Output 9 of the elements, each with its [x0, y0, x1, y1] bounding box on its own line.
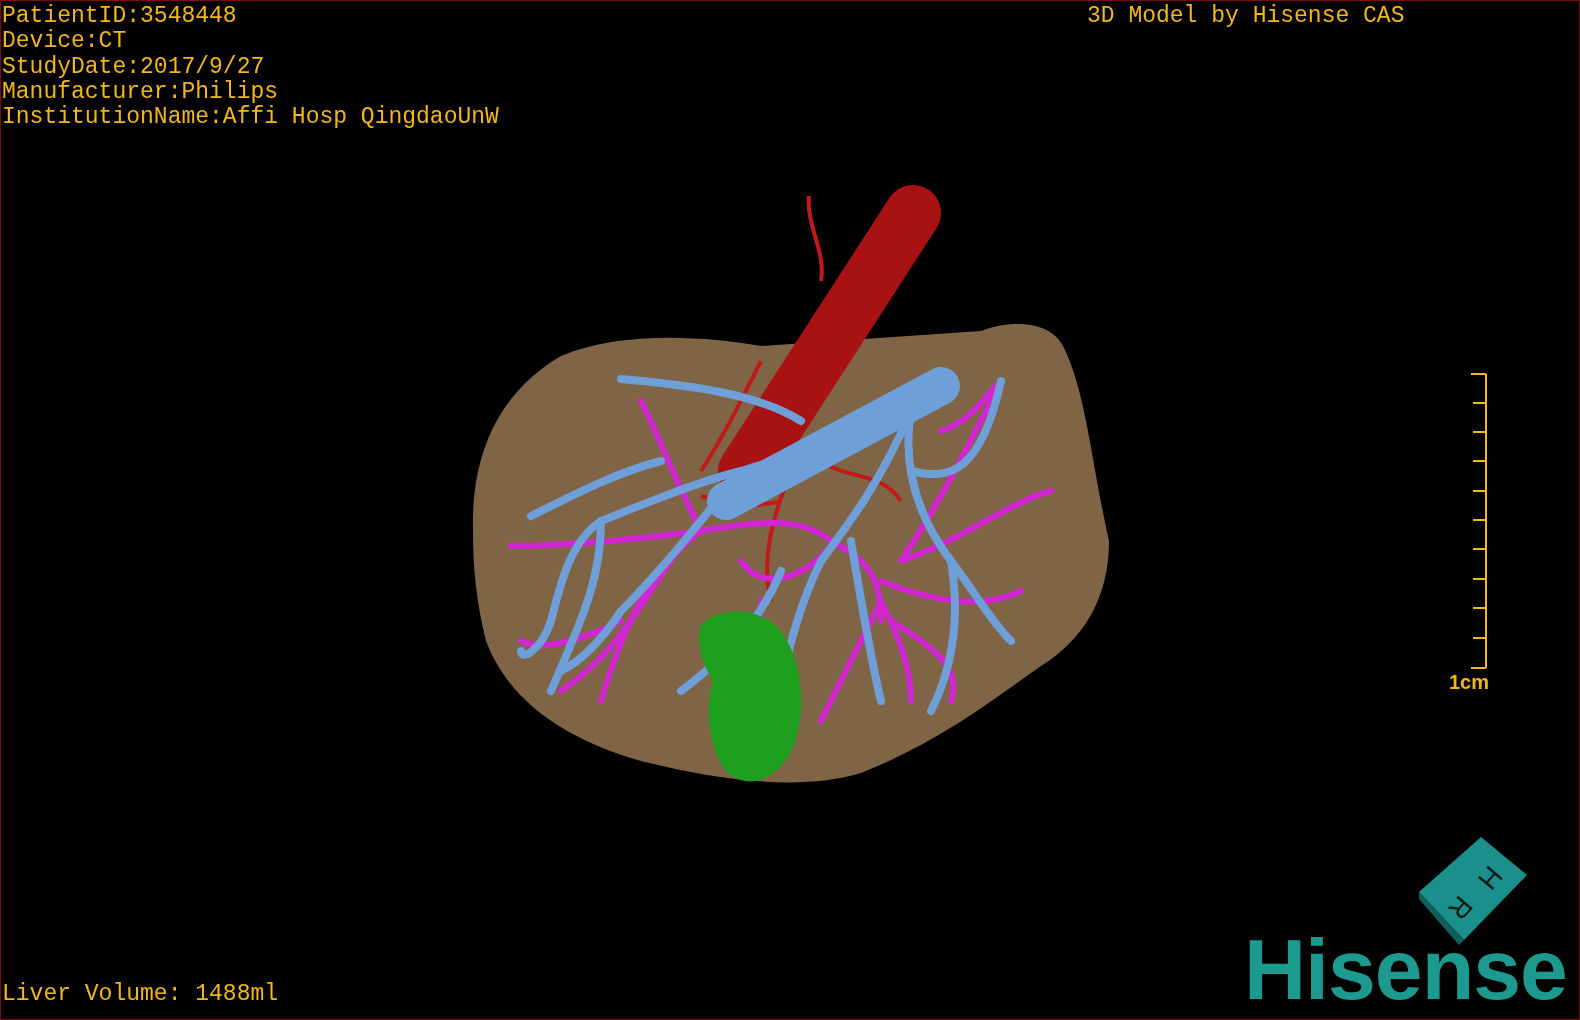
scale-label: 1cm: [1449, 671, 1490, 693]
info-line: StudyDate:2017/9/27: [2, 54, 265, 80]
brand-logo: Hisense: [1244, 926, 1567, 1012]
info-line: InstitutionName:Affi Hosp QingdaoUnW: [2, 105, 499, 131]
liver-volume-text: Liver Volume: 1488ml: [2, 981, 279, 1007]
viewer-title: 3D Model by Hisense CAS: [1087, 4, 1405, 30]
info-line: Device:CT: [2, 29, 127, 55]
info-line: PatientID:3548448: [2, 4, 237, 29]
info-line: Manufacturer:Philips: [2, 79, 279, 105]
